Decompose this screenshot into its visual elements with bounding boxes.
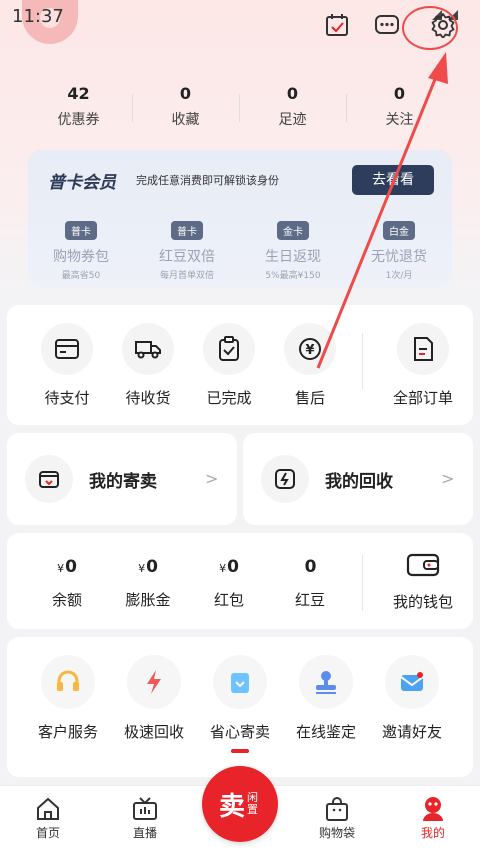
annotation-arrow — [316, 52, 448, 369]
